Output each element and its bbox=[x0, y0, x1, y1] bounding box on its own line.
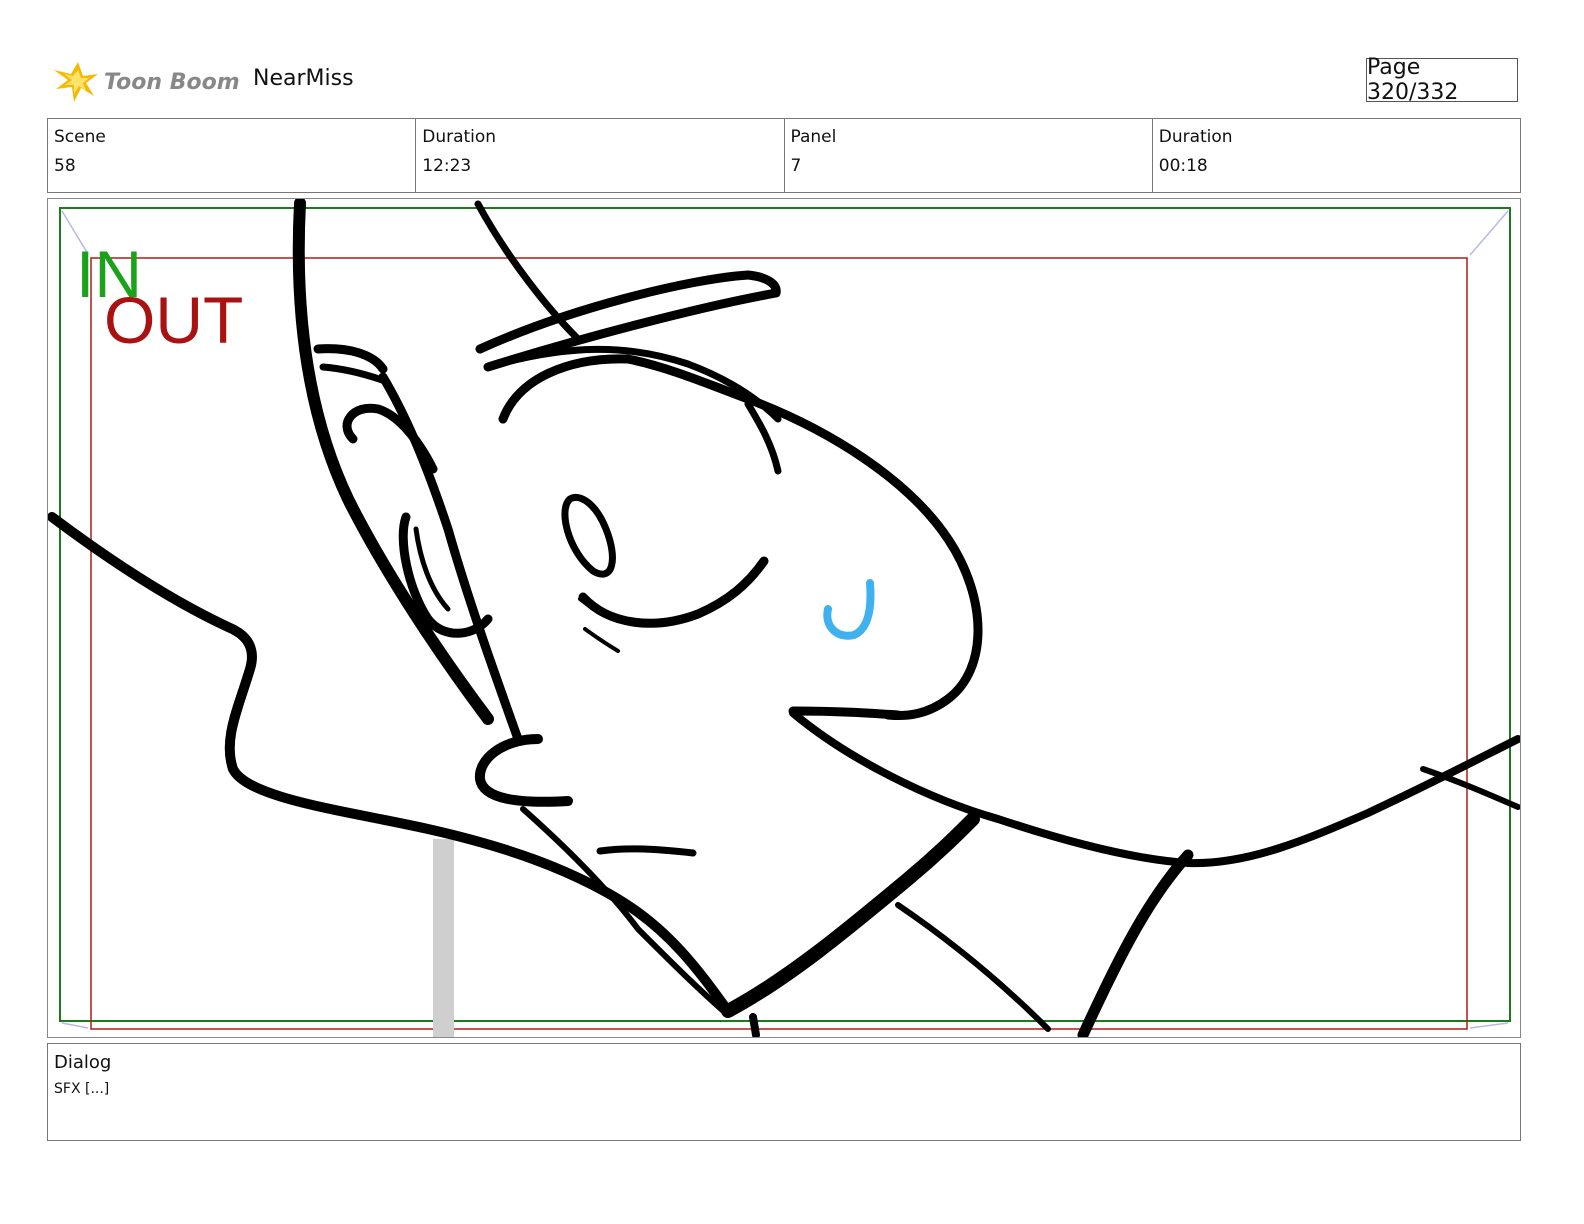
dialog-box: Dialog SFX [...] bbox=[47, 1043, 1521, 1141]
panel-duration-value: 00:18 bbox=[1158, 156, 1208, 176]
scene-duration-label: Duration bbox=[422, 127, 497, 147]
out-frame bbox=[90, 257, 1468, 1030]
panel-value: 7 bbox=[790, 156, 802, 176]
gray-bar bbox=[433, 839, 454, 1037]
camera-move-arrows bbox=[61, 210, 1509, 1029]
starburst-icon bbox=[54, 62, 98, 102]
toon-boom-logo: Toon Boom bbox=[50, 56, 240, 106]
panel-duration-label: Duration bbox=[1158, 127, 1233, 147]
panel-cell: Panel 7 bbox=[785, 119, 1153, 192]
panel-label: Panel bbox=[790, 127, 837, 147]
scene-value: 58 bbox=[54, 156, 76, 176]
scene-duration-cell: Duration 12:23 bbox=[416, 119, 785, 192]
scene-info-table: Scene 58 Duration 12:23 Panel 7 Duration… bbox=[47, 118, 1521, 193]
project-name: NearMiss bbox=[253, 66, 354, 91]
panel-drawing: IN OUT bbox=[48, 199, 1520, 1037]
storyboard-panel: IN OUT bbox=[47, 198, 1521, 1038]
scene-cell: Scene 58 bbox=[48, 119, 417, 192]
dialog-label: Dialog bbox=[54, 1052, 112, 1073]
dialog-text: SFX [...] bbox=[54, 1081, 110, 1097]
scene-duration-value: 12:23 bbox=[422, 156, 472, 176]
panel-duration-cell: Duration 00:18 bbox=[1153, 119, 1520, 192]
logo-text: Toon Boom bbox=[104, 70, 240, 95]
page-indicator: Page 320/332 bbox=[1366, 55, 1518, 105]
in-frame bbox=[59, 207, 1511, 1022]
character-sketch bbox=[48, 199, 1520, 1037]
tear-drop bbox=[823, 579, 875, 640]
out-label: OUT bbox=[104, 283, 243, 357]
scene-label: Scene bbox=[54, 127, 106, 147]
